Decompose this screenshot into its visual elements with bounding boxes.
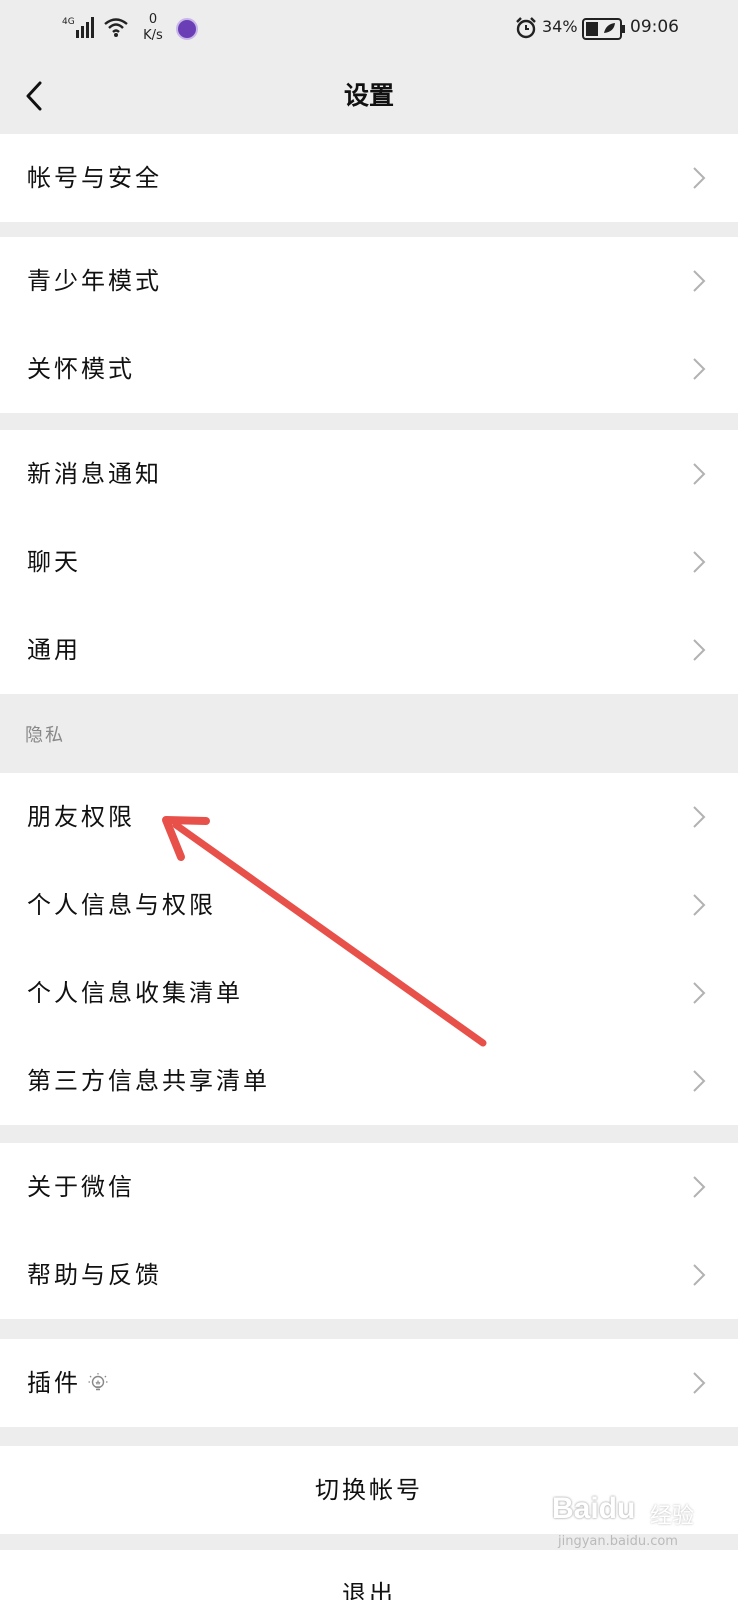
settings-item-personal-info-permissions[interactable]: 个人信息与权限 xyxy=(0,861,738,949)
watermark-logo: Baidu xyxy=(552,1492,636,1525)
nav-bar: 设置 xyxy=(0,58,738,134)
settings-item-label: 关于微信 xyxy=(27,1173,135,1201)
baidu-watermark: Baidu 经验 jingyan.baidu.com xyxy=(552,1490,732,1560)
watermark-url: jingyan.baidu.com xyxy=(558,1534,678,1549)
chevron-right-icon xyxy=(693,551,706,573)
section-header-privacy: 隐私 xyxy=(25,725,65,746)
chevron-right-icon xyxy=(693,463,706,485)
settings-item-personal-info-collection[interactable]: 个人信息收集清单 xyxy=(0,949,738,1037)
alarm-icon xyxy=(516,17,536,39)
speed-value: 0 xyxy=(148,12,158,27)
settings-item-label: 个人信息收集清单 xyxy=(27,979,243,1007)
battery-percent: 34% xyxy=(542,17,578,36)
settings-item-label: 新消息通知 xyxy=(27,460,162,488)
settings-item-notifications[interactable]: 新消息通知 xyxy=(0,430,738,518)
settings-item-label: 通用 xyxy=(27,636,81,664)
settings-item-label: 朋友权限 xyxy=(27,803,135,831)
page-title: 设置 xyxy=(343,81,394,110)
settings-item-label: 帐号与安全 xyxy=(27,164,162,192)
settings-group-general: 新消息通知 聊天 通用 xyxy=(0,430,738,694)
chevron-left-icon xyxy=(26,81,42,111)
settings-item-help-feedback[interactable]: 帮助与反馈 xyxy=(0,1231,738,1319)
settings-item-label: 第三方信息共享清单 xyxy=(27,1067,270,1095)
settings-group-account: 帐号与安全 xyxy=(0,134,738,222)
settings-item-care-mode[interactable]: 关怀模式 xyxy=(0,325,738,413)
settings-item-third-party-sharing[interactable]: 第三方信息共享清单 xyxy=(0,1037,738,1125)
settings-item-label: 个人信息与权限 xyxy=(27,891,216,919)
settings-item-label: 插件 xyxy=(27,1369,81,1397)
chevron-right-icon xyxy=(693,1264,706,1286)
settings-item-teen-mode[interactable]: 青少年模式 xyxy=(0,237,738,325)
network-type-label: 4G xyxy=(62,17,75,27)
chevron-right-icon xyxy=(693,982,706,1004)
settings-group-privacy: 朋友权限 个人信息与权限 个人信息收集清单 第三方信息共享清单 xyxy=(0,773,738,1125)
settings-group-plugins: 插件 xyxy=(0,1339,738,1427)
settings-item-account-security[interactable]: 帐号与安全 xyxy=(0,134,738,222)
battery-icon xyxy=(582,18,625,40)
settings-item-label: 聊天 xyxy=(27,548,81,576)
settings-item-plugins[interactable]: 插件 xyxy=(0,1339,738,1427)
lightbulb-icon xyxy=(88,1373,108,1391)
back-button[interactable] xyxy=(16,74,60,118)
settings-item-label: 关怀模式 xyxy=(27,355,135,383)
network-speed: 0 K/s xyxy=(138,12,168,44)
wifi-icon xyxy=(104,18,128,37)
chevron-right-icon xyxy=(693,894,706,916)
app-notification-icon xyxy=(176,18,198,40)
settings-item-general[interactable]: 通用 xyxy=(0,606,738,694)
watermark-sub: 经验 xyxy=(650,1504,695,1529)
settings-item-chat[interactable]: 聊天 xyxy=(0,518,738,606)
settings-group-modes: 青少年模式 关怀模式 xyxy=(0,237,738,413)
chevron-right-icon xyxy=(693,1176,706,1198)
speed-unit: K/s xyxy=(143,28,163,43)
signal-icon: 4G xyxy=(62,17,94,38)
chevron-right-icon xyxy=(693,639,706,661)
chevron-right-icon xyxy=(693,167,706,189)
chevron-right-icon xyxy=(693,806,706,828)
settings-item-label: 青少年模式 xyxy=(27,267,162,295)
chevron-right-icon xyxy=(693,1070,706,1092)
chevron-right-icon xyxy=(693,358,706,380)
settings-item-label: 帮助与反馈 xyxy=(27,1261,162,1289)
chevron-right-icon xyxy=(693,1372,706,1394)
chevron-right-icon xyxy=(693,270,706,292)
settings-group-about: 关于微信 帮助与反馈 xyxy=(0,1143,738,1319)
clock: 09:06 xyxy=(630,17,679,37)
settings-item-about-wechat[interactable]: 关于微信 xyxy=(0,1143,738,1231)
settings-item-friend-permissions[interactable]: 朋友权限 xyxy=(0,773,738,861)
status-bar: 4G 0 K/s 34% 09:06 xyxy=(0,0,738,58)
